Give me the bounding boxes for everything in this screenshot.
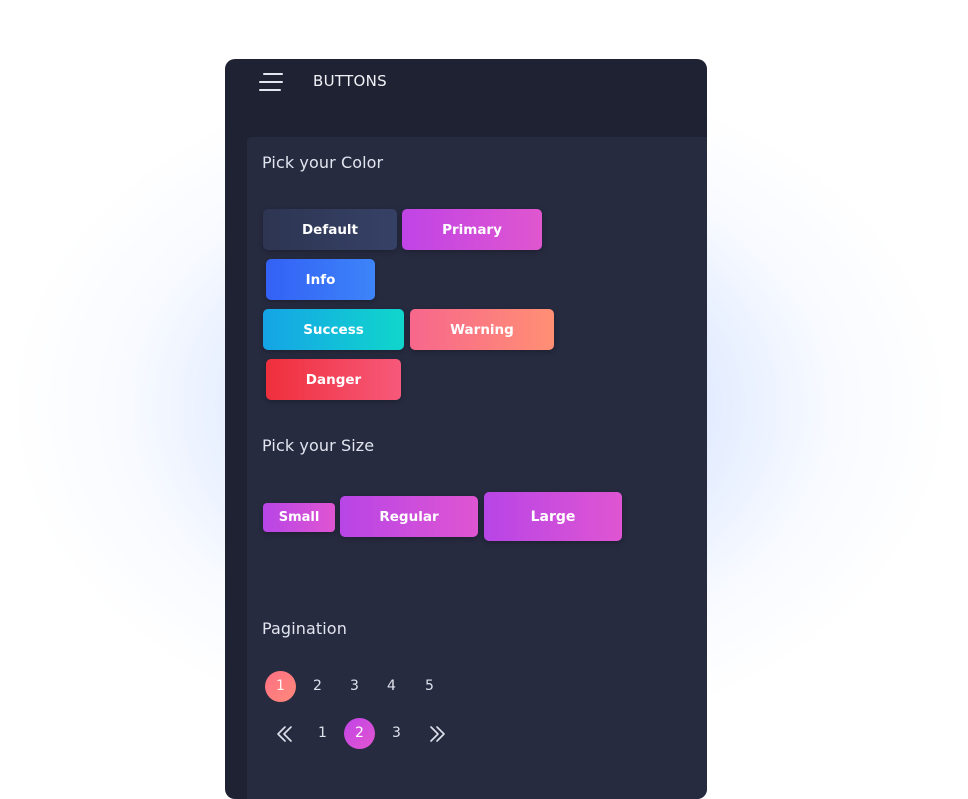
pagination-section-title: Pagination [262,619,347,638]
danger-button[interactable]: Danger [266,359,401,400]
pagination-row1-page-5[interactable]: 5 [414,671,445,702]
top-bar: BUTTONS [225,59,707,119]
app-panel: BUTTONS Pick your Color Default Primary … [225,59,707,799]
info-button[interactable]: Info [266,259,375,300]
hamburger-line [263,73,283,75]
pagination-row2-page-1[interactable]: 1 [307,718,338,749]
double-chevron-right-icon[interactable] [425,722,449,746]
pagination-row1-page-2[interactable]: 2 [302,671,333,702]
primary-button[interactable]: Primary [402,209,542,250]
pagination-row1-page-1[interactable]: 1 [265,671,296,702]
page-title: BUTTONS [313,72,387,90]
hamburger-menu-icon[interactable] [259,73,283,93]
content-area: Pick your Color Default Primary Info Suc… [247,137,707,799]
large-button[interactable]: Large [484,492,622,541]
warning-button[interactable]: Warning [410,309,554,350]
pagination-row1-page-3[interactable]: 3 [339,671,370,702]
pagination-row2-page-3[interactable]: 3 [381,718,412,749]
double-chevron-left-icon[interactable] [273,722,297,746]
regular-button[interactable]: Regular [340,496,478,537]
small-button[interactable]: Small [263,503,335,532]
hamburger-line [259,81,283,83]
pagination-row2-page-2[interactable]: 2 [344,718,375,749]
hamburger-line [259,89,281,91]
color-section-title: Pick your Color [262,153,384,172]
default-button[interactable]: Default [263,209,397,250]
size-section-title: Pick your Size [262,436,375,455]
success-button[interactable]: Success [263,309,404,350]
pagination-row1-page-4[interactable]: 4 [376,671,407,702]
